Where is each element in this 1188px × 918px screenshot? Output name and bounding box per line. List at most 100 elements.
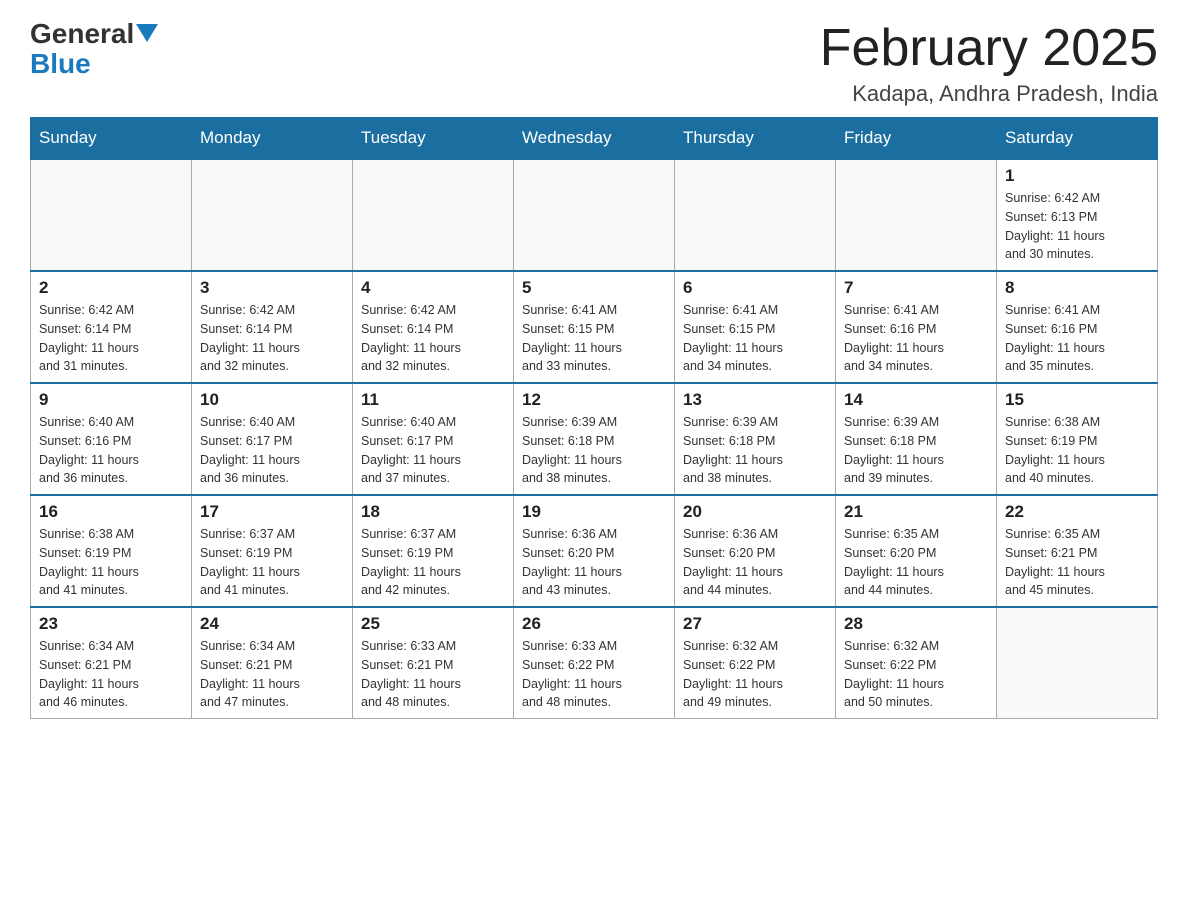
table-row: 11 Sunrise: 6:40 AM Sunset: 6:17 PM Dayli… <box>353 383 514 495</box>
table-row: 23Sunrise: 6:34 AM Sunset: 6:21 PM Dayli… <box>31 607 192 719</box>
table-row <box>997 607 1158 719</box>
table-row: 10 Sunrise: 6:40 AM Sunset: 6:17 PM Dayli… <box>192 383 353 495</box>
table-row: 3Sunrise: 6:42 AM Sunset: 6:14 PM Daylig… <box>192 271 353 383</box>
day-info: Sunrise: 6:35 AM Sunset: 6:21 PM Dayligh… <box>1005 525 1149 600</box>
col-thursday: Thursday <box>675 118 836 160</box>
day-number: 5 <box>522 278 666 298</box>
col-tuesday: Tuesday <box>353 118 514 160</box>
day-info: Sunrise: 6:39 AM Sunset: 6:18 PM Dayligh… <box>522 413 666 488</box>
table-row <box>31 159 192 271</box>
day-number: 12 <box>522 390 666 410</box>
day-number: 14 <box>844 390 988 410</box>
day-number: 6 <box>683 278 827 298</box>
calendar-week-row: 2 Sunrise: 6:42 AM Sunset: 6:14 PM Daylig… <box>31 271 1158 383</box>
day-info: Sunrise: 6:34 AM Sunset: 6:21 PM Dayligh… <box>200 637 344 712</box>
day-info: Sunrise: 6:40 AM Sunset: 6:16 PM Dayligh… <box>39 413 183 488</box>
day-info: Sunrise: 6:34 AM Sunset: 6:21 PM Dayligh… <box>39 637 183 712</box>
col-friday: Friday <box>836 118 997 160</box>
day-info: Sunrise: 6:41 AM Sunset: 6:16 PM Dayligh… <box>1005 301 1149 376</box>
table-row: 14 Sunrise: 6:39 AM Sunset: 6:18 PM Dayli… <box>836 383 997 495</box>
day-number: 19 <box>522 502 666 522</box>
title-block: February 2025 Kadapa, Andhra Pradesh, In… <box>820 20 1158 107</box>
day-number: 17 <box>200 502 344 522</box>
table-row: 15 Sunrise: 6:38 AM Sunset: 6:19 PM Dayli… <box>997 383 1158 495</box>
table-row <box>836 159 997 271</box>
day-number: 18 <box>361 502 505 522</box>
logo-arrow-icon <box>136 24 158 46</box>
day-info: Sunrise: 6:37 AM Sunset: 6:19 PM Dayligh… <box>361 525 505 600</box>
table-row: 24 Sunrise: 6:34 AM Sunset: 6:21 PM Dayli… <box>192 607 353 719</box>
table-row: 18 Sunrise: 6:37 AM Sunset: 6:19 PM Dayli… <box>353 495 514 607</box>
table-row <box>514 159 675 271</box>
table-row: 19 Sunrise: 6:36 AM Sunset: 6:20 PM Dayli… <box>514 495 675 607</box>
day-info: Sunrise: 6:32 AM Sunset: 6:22 PM Dayligh… <box>683 637 827 712</box>
day-number: 10 <box>200 390 344 410</box>
day-info: Sunrise: 6:36 AM Sunset: 6:20 PM Dayligh… <box>522 525 666 600</box>
table-row: 4Sunrise: 6:42 AM Sunset: 6:14 PM Daylig… <box>353 271 514 383</box>
table-row: 9 Sunrise: 6:40 AM Sunset: 6:16 PM Daylig… <box>31 383 192 495</box>
day-info: Sunrise: 6:39 AM Sunset: 6:18 PM Dayligh… <box>844 413 988 488</box>
table-row <box>353 159 514 271</box>
calendar-week-row: 16 Sunrise: 6:38 AM Sunset: 6:19 PM Dayli… <box>31 495 1158 607</box>
table-row: 8Sunrise: 6:41 AM Sunset: 6:16 PM Daylig… <box>997 271 1158 383</box>
day-number: 15 <box>1005 390 1149 410</box>
day-info: Sunrise: 6:39 AM Sunset: 6:18 PM Dayligh… <box>683 413 827 488</box>
day-info: Sunrise: 6:37 AM Sunset: 6:19 PM Dayligh… <box>200 525 344 600</box>
day-number: 11 <box>361 390 505 410</box>
calendar-table: Sunday Monday Tuesday Wednesday Thursday… <box>30 117 1158 719</box>
day-number: 9 <box>39 390 183 410</box>
day-number: 25 <box>361 614 505 634</box>
table-row: 21Sunrise: 6:35 AM Sunset: 6:20 PM Dayli… <box>836 495 997 607</box>
table-row: 26 Sunrise: 6:33 AM Sunset: 6:22 PM Dayli… <box>514 607 675 719</box>
col-wednesday: Wednesday <box>514 118 675 160</box>
day-info: Sunrise: 6:41 AM Sunset: 6:16 PM Dayligh… <box>844 301 988 376</box>
table-row: 20 Sunrise: 6:36 AM Sunset: 6:20 PM Dayli… <box>675 495 836 607</box>
logo-general: General <box>30 20 134 48</box>
day-info: Sunrise: 6:42 AM Sunset: 6:14 PM Dayligh… <box>200 301 344 376</box>
day-info: Sunrise: 6:32 AM Sunset: 6:22 PM Dayligh… <box>844 637 988 712</box>
day-number: 16 <box>39 502 183 522</box>
day-info: Sunrise: 6:38 AM Sunset: 6:19 PM Dayligh… <box>1005 413 1149 488</box>
page-header: General Blue February 2025 Kadapa, Andhr… <box>30 20 1158 107</box>
day-info: Sunrise: 6:40 AM Sunset: 6:17 PM Dayligh… <box>200 413 344 488</box>
day-number: 1 <box>1005 166 1149 186</box>
day-number: 22 <box>1005 502 1149 522</box>
day-info: Sunrise: 6:35 AM Sunset: 6:20 PM Dayligh… <box>844 525 988 600</box>
table-row: 2Sunrise: 6:42 AM Sunset: 6:14 PM Daylig… <box>31 271 192 383</box>
day-info: Sunrise: 6:42 AM Sunset: 6:14 PM Dayligh… <box>361 301 505 376</box>
day-info: Sunrise: 6:41 AM Sunset: 6:15 PM Dayligh… <box>522 301 666 376</box>
day-number: 7 <box>844 278 988 298</box>
day-info: Sunrise: 6:40 AM Sunset: 6:17 PM Dayligh… <box>361 413 505 488</box>
table-row: 5 Sunrise: 6:41 AM Sunset: 6:15 PM Daylig… <box>514 271 675 383</box>
day-number: 24 <box>200 614 344 634</box>
day-info: Sunrise: 6:33 AM Sunset: 6:21 PM Dayligh… <box>361 637 505 712</box>
day-info: Sunrise: 6:36 AM Sunset: 6:20 PM Dayligh… <box>683 525 827 600</box>
table-row: 25 Sunrise: 6:33 AM Sunset: 6:21 PM Dayli… <box>353 607 514 719</box>
table-row <box>192 159 353 271</box>
calendar-header-row: Sunday Monday Tuesday Wednesday Thursday… <box>31 118 1158 160</box>
table-row: 13Sunrise: 6:39 AM Sunset: 6:18 PM Dayli… <box>675 383 836 495</box>
col-monday: Monday <box>192 118 353 160</box>
day-number: 2 <box>39 278 183 298</box>
col-sunday: Sunday <box>31 118 192 160</box>
location-title: Kadapa, Andhra Pradesh, India <box>820 81 1158 107</box>
table-row: 12 Sunrise: 6:39 AM Sunset: 6:18 PM Dayli… <box>514 383 675 495</box>
calendar-week-row: 9 Sunrise: 6:40 AM Sunset: 6:16 PM Daylig… <box>31 383 1158 495</box>
day-number: 28 <box>844 614 988 634</box>
table-row: 1 Sunrise: 6:42 AM Sunset: 6:13 PM Daylig… <box>997 159 1158 271</box>
day-number: 26 <box>522 614 666 634</box>
table-row: 28 Sunrise: 6:32 AM Sunset: 6:22 PM Dayli… <box>836 607 997 719</box>
day-info: Sunrise: 6:42 AM Sunset: 6:13 PM Dayligh… <box>1005 189 1149 264</box>
day-info: Sunrise: 6:33 AM Sunset: 6:22 PM Dayligh… <box>522 637 666 712</box>
logo-blue: Blue <box>30 48 91 80</box>
table-row: 17 Sunrise: 6:37 AM Sunset: 6:19 PM Dayli… <box>192 495 353 607</box>
logo: General Blue <box>30 20 158 80</box>
table-row: 16 Sunrise: 6:38 AM Sunset: 6:19 PM Dayli… <box>31 495 192 607</box>
calendar-week-row: 23Sunrise: 6:34 AM Sunset: 6:21 PM Dayli… <box>31 607 1158 719</box>
table-row: 7 Sunrise: 6:41 AM Sunset: 6:16 PM Daylig… <box>836 271 997 383</box>
table-row: 22 Sunrise: 6:35 AM Sunset: 6:21 PM Dayli… <box>997 495 1158 607</box>
day-number: 20 <box>683 502 827 522</box>
day-info: Sunrise: 6:38 AM Sunset: 6:19 PM Dayligh… <box>39 525 183 600</box>
col-saturday: Saturday <box>997 118 1158 160</box>
table-row: 6Sunrise: 6:41 AM Sunset: 6:15 PM Daylig… <box>675 271 836 383</box>
